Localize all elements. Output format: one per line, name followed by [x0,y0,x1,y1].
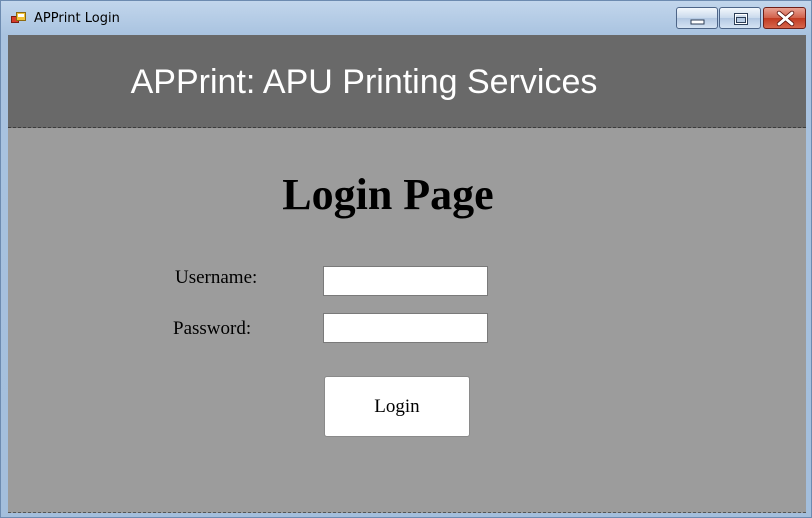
username-input[interactable] [323,266,488,296]
page-title: Login Page [282,170,494,219]
password-input[interactable] [323,313,488,343]
minimize-button[interactable] [676,7,718,29]
client-area: APPrint: APU Printing Services Login Pag… [8,35,806,513]
header-panel: APPrint: APU Printing Services [8,35,806,128]
close-icon [776,10,795,27]
app-header-title: APPrint: APU Printing Services [130,63,598,101]
login-button[interactable]: Login [324,376,470,437]
app-window-icon[interactable] [11,11,27,27]
password-label: Password: [173,318,252,339]
login-window: APPrint Login APPrint: APU Printing Serv… [0,0,812,518]
maximize-button[interactable] [719,7,761,29]
bottom-divider [8,512,806,513]
close-button[interactable] [763,7,806,29]
title-bar[interactable]: APPrint Login [1,1,811,35]
minimize-icon [690,19,705,25]
maximize-icon [734,13,748,25]
window-title: APPrint Login [34,11,120,26]
username-label: Username: [175,267,258,288]
